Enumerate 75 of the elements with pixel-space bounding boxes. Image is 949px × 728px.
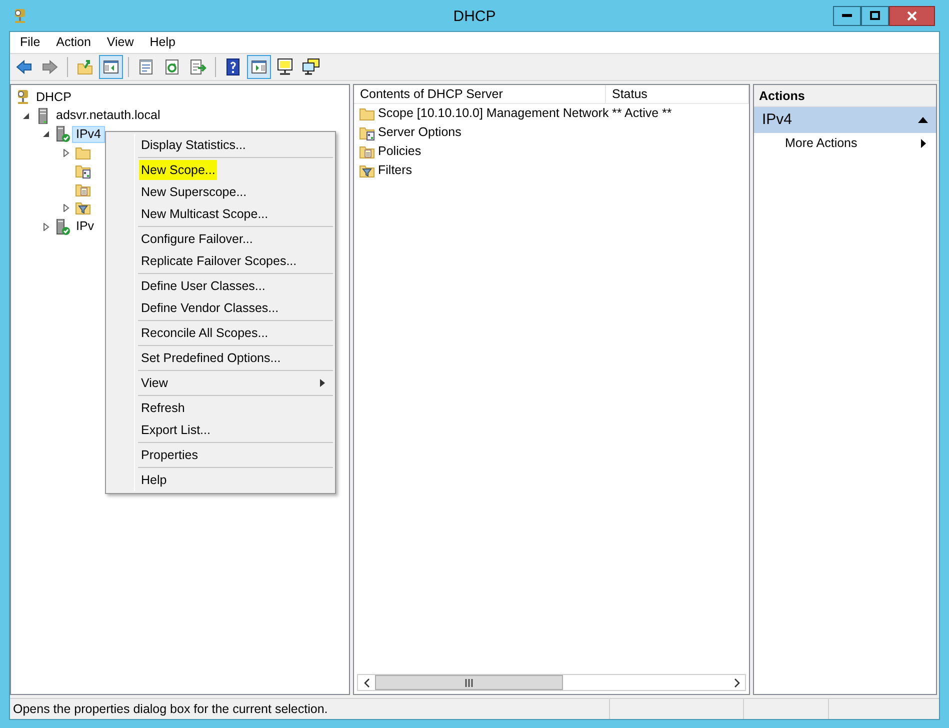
- scrollbar-thumb[interactable]: [375, 675, 563, 690]
- list-item[interactable]: Filters: [378, 161, 412, 180]
- folder-icon: [75, 144, 91, 161]
- menu-item[interactable]: Define User Classes...: [108, 275, 333, 297]
- expanded-arrow-icon[interactable]: [22, 112, 30, 120]
- actions-header: Actions: [754, 85, 936, 107]
- submenu-arrow-icon: [921, 138, 926, 148]
- menu-item[interactable]: New Scope...: [108, 159, 333, 181]
- back-arrow-icon: [15, 58, 33, 76]
- menu-item[interactable]: View: [98, 33, 142, 52]
- menu-item[interactable]: Display Statistics...: [108, 134, 333, 156]
- menu-item[interactable]: New Superscope...: [108, 181, 333, 203]
- menu-item[interactable]: Help: [142, 33, 184, 52]
- collapse-arrow-icon: [918, 117, 928, 123]
- folder-options-icon: [359, 124, 375, 140]
- monitor-icon: [276, 58, 294, 76]
- folder-icon: [359, 106, 375, 122]
- menu-item[interactable]: Reconcile All Scopes...: [108, 322, 333, 344]
- actions-section-header[interactable]: IPv4: [754, 107, 936, 133]
- folder-up-icon: [76, 58, 94, 76]
- folder-options-icon: [75, 163, 91, 180]
- collapsed-arrow-icon[interactable]: [62, 148, 70, 157]
- menu-item[interactable]: Define Vendor Classes...: [108, 297, 333, 319]
- two-monitors-icon: [302, 58, 320, 76]
- server-check-icon: [55, 218, 71, 235]
- dhcp-server-icon: [15, 89, 31, 106]
- action-link[interactable]: More Actions: [754, 133, 936, 153]
- toolbar-button[interactable]: [99, 55, 123, 79]
- tree-item[interactable]: IPv: [72, 218, 98, 236]
- window-title: DHCP: [453, 7, 496, 27]
- collapsed-arrow-icon[interactable]: [42, 222, 50, 231]
- folder-funnel-icon: [75, 200, 91, 216]
- close-icon: [907, 10, 917, 20]
- menu-item[interactable]: Replicate Failover Scopes...: [108, 250, 333, 272]
- menu-item[interactable]: Action: [48, 33, 99, 52]
- help-icon: [224, 58, 242, 76]
- folder-document-icon: [75, 182, 91, 198]
- maximize-button[interactable]: [861, 6, 889, 26]
- tree-item[interactable]: DHCP: [32, 88, 76, 106]
- folder-funnel-icon: [359, 162, 375, 178]
- properties-icon: [137, 58, 155, 76]
- menu-item[interactable]: Help: [108, 469, 333, 491]
- export-list-icon: [189, 58, 207, 76]
- menu-item[interactable]: New Multicast Scope...: [108, 203, 333, 225]
- refresh-icon: [163, 58, 181, 76]
- column-header[interactable]: Contents of DHCP Server: [354, 85, 606, 103]
- menu-item[interactable]: Set Predefined Options...: [108, 347, 333, 369]
- menu-item[interactable]: View: [108, 372, 333, 394]
- submenu-arrow-icon: [320, 379, 325, 387]
- tree-item[interactable]: IPv4: [72, 126, 106, 143]
- menu-item[interactable]: Properties: [108, 444, 333, 466]
- collapsed-arrow-icon[interactable]: [62, 204, 70, 212]
- minimize-icon: [842, 14, 852, 17]
- menu-item[interactable]: Refresh: [108, 397, 333, 419]
- menu-item[interactable]: File: [12, 33, 48, 52]
- status-bar-text: Opens the properties dialog box for the current selection.: [13, 702, 328, 716]
- maximize-icon: [870, 11, 880, 20]
- close-button[interactable]: [889, 6, 935, 26]
- tree-item[interactable]: adsvr.netauth.local: [52, 107, 164, 124]
- expanded-arrow-icon[interactable]: [42, 130, 50, 138]
- list-item[interactable]: Policies: [378, 142, 422, 161]
- pane-right-icon: [250, 58, 268, 76]
- column-header[interactable]: Status: [606, 85, 749, 103]
- forward-arrow-icon: [41, 58, 59, 76]
- folder-document-icon: [359, 144, 375, 160]
- menu-item[interactable]: Export List...: [108, 419, 333, 441]
- toolbar-button[interactable]: [247, 55, 271, 79]
- list-item[interactable]: Server Options: [378, 123, 462, 142]
- server-check-icon: [55, 126, 71, 142]
- menu-item[interactable]: Configure Failover...: [108, 228, 333, 250]
- status-text: ** Active **: [611, 105, 672, 122]
- minimize-button[interactable]: [833, 6, 861, 26]
- pane-left-icon: [102, 58, 120, 76]
- horizontal-scrollbar[interactable]: [357, 674, 746, 691]
- list-item[interactable]: Scope [10.10.10.0] Management Network: [378, 104, 609, 123]
